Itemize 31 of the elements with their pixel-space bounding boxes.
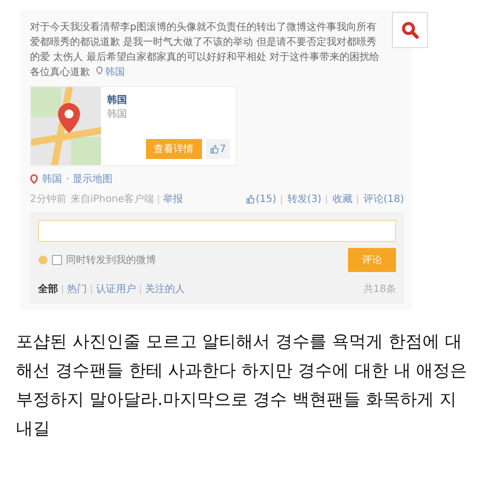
thumbs-up-icon xyxy=(246,194,255,204)
emoji-icon[interactable] xyxy=(38,255,48,265)
action-link[interactable]: 评论(18) xyxy=(363,192,404,206)
search-icon xyxy=(401,21,419,39)
repost-checkbox[interactable] xyxy=(52,255,62,265)
thumbs-up-icon xyxy=(210,144,219,154)
location-link[interactable]: 韩国 xyxy=(105,67,125,78)
report-link[interactable]: 举报 xyxy=(163,192,184,206)
action-link[interactable]: 收藏 xyxy=(332,192,352,206)
location-pin-icon xyxy=(96,66,103,75)
search-button[interactable] xyxy=(392,12,428,48)
place-subtitle: 韩国 xyxy=(107,108,128,121)
like-count-button[interactable]: (15) xyxy=(246,194,276,204)
comment-input[interactable] xyxy=(38,220,396,242)
filter-tab[interactable]: 热门 xyxy=(67,282,87,296)
comment-submit-button[interactable]: 评论 xyxy=(348,248,396,272)
post-time: 2分钟前 xyxy=(30,192,66,206)
place-label: 韩国 xyxy=(42,172,62,186)
comment-count: 共18条 xyxy=(363,282,396,296)
post-source: 来自iPhone客户端 xyxy=(70,192,154,206)
details-button[interactable]: 查看详情 xyxy=(146,139,202,159)
repost-label: 同时转发到我的微博 xyxy=(66,254,156,267)
show-map-link[interactable]: · 显示地图 xyxy=(66,172,112,186)
location-pin-icon xyxy=(30,174,38,184)
action-link[interactable]: 转发(3) xyxy=(287,192,322,206)
filter-tab[interactable]: 认证用户 xyxy=(96,282,136,296)
like-button[interactable]: 7 xyxy=(206,139,230,159)
caption-text: 포샵된 사진인줄 모르고 알티해서 경수를 욕먹게 한점에 대해선 경수팬들 한테 사과한다 하지만 경수에 대한 내 애정은 부정하지 말아달라.마지막으로 경수 백현팬들 화목하게 지내길 xyxy=(16,331,468,441)
filter-tab[interactable]: 全部 xyxy=(38,282,58,296)
place-title: 韩国 xyxy=(107,94,128,107)
filter-tab[interactable]: 关注的人 xyxy=(145,282,185,296)
